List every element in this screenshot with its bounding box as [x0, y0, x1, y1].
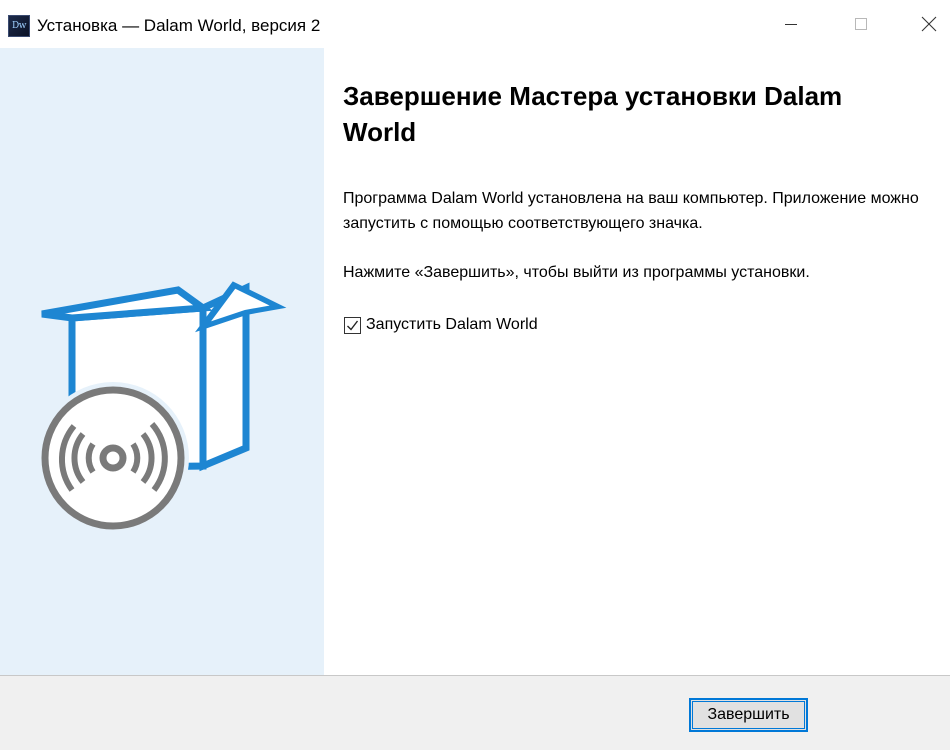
software-box-with-disc-icon [37, 281, 287, 534]
close-icon [921, 16, 937, 32]
title-bar[interactable]: Dw Установка — Dalam World, версия 2 [0, 0, 950, 48]
app-icon: Dw [8, 15, 30, 37]
app-icon-text: Dw [12, 21, 26, 31]
installer-window: Dw Установка — Dalam World, версия 2 Зав… [0, 0, 950, 750]
minimize-icon [785, 23, 797, 25]
window-title: Установка — Dalam World, версия 2 [37, 16, 321, 35]
minimize-button[interactable] [768, 0, 814, 48]
launch-checkbox-label[interactable]: Запустить Dalam World [366, 316, 538, 334]
maximize-button[interactable] [838, 0, 884, 48]
maximize-icon [855, 18, 867, 30]
finish-button[interactable]: Завершить [689, 698, 808, 732]
wizard-content: Завершение Мастера установки Dalam World… [324, 48, 950, 675]
completion-message: Программа Dalam World установлена на ваш… [343, 190, 919, 232]
wizard-sidebar [0, 48, 324, 675]
close-button[interactable] [906, 0, 950, 48]
wizard-footer: Завершить [0, 675, 950, 750]
page-title: Завершение Мастера установки Dalam World [343, 81, 843, 147]
exit-instruction: Нажмите «Завершить», чтобы выйти из прог… [343, 264, 810, 281]
checkmark-icon [347, 320, 359, 331]
launch-checkbox[interactable] [344, 316, 361, 334]
launch-checkbox-row[interactable]: Запустить Dalam World [344, 316, 538, 334]
